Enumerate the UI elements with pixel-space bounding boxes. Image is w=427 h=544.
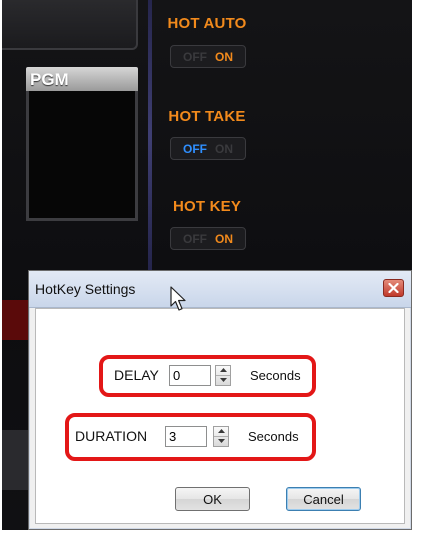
arrow-down-icon xyxy=(219,378,227,383)
duration-spinner[interactable] xyxy=(213,426,229,447)
delay-spin-down[interactable] xyxy=(216,376,230,386)
arrow-down-icon xyxy=(217,439,225,444)
cancel-button[interactable]: Cancel xyxy=(286,487,361,511)
hot-auto-off-option[interactable]: OFF xyxy=(183,50,207,64)
mouse-cursor-icon xyxy=(170,286,186,311)
hot-key-on-option[interactable]: ON xyxy=(215,232,233,246)
duration-label: DURATION xyxy=(75,428,148,444)
hot-auto-on-option[interactable]: ON xyxy=(215,50,233,64)
hot-take-off-option[interactable]: OFF xyxy=(183,142,207,156)
hot-key-label: HOT KEY xyxy=(172,198,242,215)
delay-input[interactable] xyxy=(169,365,211,386)
delay-label: DELAY xyxy=(114,367,159,383)
hotkey-settings-dialog: HotKey Settings DELAY Seconds xyxy=(28,270,412,530)
delay-spin-up[interactable] xyxy=(216,366,230,376)
arrow-up-icon xyxy=(219,368,227,373)
dialog-titlebar[interactable]: HotKey Settings xyxy=(29,271,411,308)
screenshot: PGM HOT AUTO OFF ON HOT TAKE OFF ON HOT … xyxy=(0,0,427,544)
duration-units-label: Seconds xyxy=(248,429,299,444)
dialog-body: DELAY Seconds DURATION xyxy=(35,308,405,524)
hot-take-on-option[interactable]: ON xyxy=(215,142,233,156)
arrow-up-icon xyxy=(217,429,225,434)
hot-take-label: HOT TAKE xyxy=(168,108,246,125)
pgm-header: PGM xyxy=(26,67,138,91)
top-panel xyxy=(2,0,138,50)
close-x-icon xyxy=(388,283,399,293)
dialog-title: HotKey Settings xyxy=(35,281,136,297)
pgm-label: PGM xyxy=(30,70,69,89)
close-button[interactable] xyxy=(383,279,404,297)
pgm-monitor xyxy=(26,91,138,221)
panel-divider xyxy=(148,0,152,270)
hot-take-toggle[interactable]: OFF ON xyxy=(170,137,246,160)
hot-key-off-option[interactable]: OFF xyxy=(183,232,207,246)
duration-input[interactable] xyxy=(165,426,207,447)
ok-button[interactable]: OK xyxy=(175,487,250,511)
hot-auto-toggle[interactable]: OFF ON xyxy=(170,45,246,68)
delay-spinner[interactable] xyxy=(215,365,231,386)
duration-spin-down[interactable] xyxy=(214,437,228,447)
hot-key-toggle[interactable]: OFF ON xyxy=(170,227,246,250)
hot-auto-label: HOT AUTO xyxy=(167,15,247,32)
duration-spin-up[interactable] xyxy=(214,427,228,437)
delay-units-label: Seconds xyxy=(250,368,301,383)
